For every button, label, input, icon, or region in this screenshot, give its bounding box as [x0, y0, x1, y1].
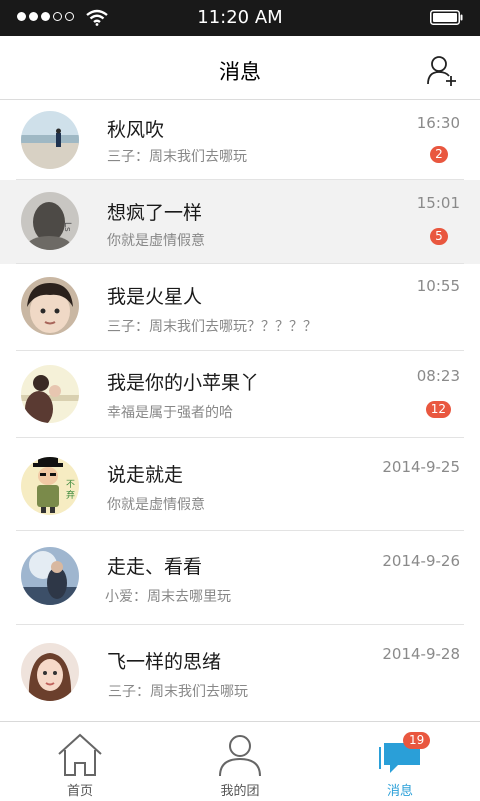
battery-icon	[430, 10, 463, 25]
conversation-row[interactable]: 不 弃 说走就走 你就是虚情假意 2014-9-25	[0, 438, 480, 531]
conversation-preview: 三子：周末我们去哪玩	[107, 149, 247, 165]
conversation-preview: 三子：周末我们去哪玩	[108, 684, 248, 700]
add-user-icon[interactable]	[426, 54, 458, 86]
unread-badge: 5	[430, 228, 448, 245]
avatar	[21, 365, 79, 423]
conversation-name: 走走、看看	[107, 556, 203, 578]
status-time: 11:20 AM	[197, 7, 283, 28]
conversation-time: 15:01	[416, 194, 460, 212]
svg-text:弃: 弃	[66, 489, 75, 501]
avatar: 不 弃	[21, 457, 79, 515]
page-title: 消息	[219, 60, 261, 84]
avatar	[21, 547, 79, 605]
tab-my-group[interactable]: 我的团	[160, 722, 320, 801]
conversation-time: 2014-9-25	[382, 458, 460, 476]
avatar	[21, 111, 79, 169]
svg-text:Ls: Ls	[62, 222, 72, 232]
conversation-name: 想疯了一样	[107, 202, 203, 224]
status-bar: 11:20 AM	[0, 0, 480, 36]
nav-header: 消息	[0, 36, 480, 100]
conversation-preview: 小爱：周末去哪里玩	[105, 589, 231, 605]
conversation-preview: 三子：周末我们去哪玩？？？？？	[107, 319, 317, 335]
conversation-row[interactable]: 走走、看看 小爱：周末去哪里玩 2014-9-26	[0, 531, 480, 625]
tab-label: 消息	[386, 784, 413, 799]
unread-badge: 19	[403, 732, 431, 749]
conversation-name: 秋风吹	[107, 119, 165, 141]
unread-badge: 2	[430, 146, 448, 163]
conversation-time: 2014-9-26	[382, 552, 460, 570]
conversation-preview: 你就是虚情假意	[107, 233, 205, 249]
conversation-list: 秋风吹 三子：周末我们去哪玩 16:30 2 Ls 想疯了一样 你就是虚情假意 …	[0, 100, 480, 722]
conversation-name: 我是火星人	[107, 286, 203, 308]
conversation-row[interactable]: 飞一样的思绪 三子：周末我们去哪玩 2014-9-28	[0, 625, 480, 722]
conversation-row[interactable]: 秋风吹 三子：周末我们去哪玩 16:30 2	[0, 100, 480, 180]
tab-messages[interactable]: 消息	[320, 722, 480, 801]
tab-label: 首页	[66, 784, 93, 799]
tab-label: 我的团	[220, 784, 260, 799]
conversation-preview: 幸福是属于强者的哈	[107, 405, 233, 421]
avatar	[21, 643, 79, 701]
conversation-time: 08:23	[416, 367, 460, 385]
tab-bar: 首页 我的团 消息 19	[0, 721, 480, 801]
unread-badge: 12	[425, 401, 451, 418]
home-icon	[58, 733, 102, 776]
avatar	[21, 277, 79, 335]
conversation-name: 飞一样的思绪	[107, 651, 222, 673]
conversation-row[interactable]: 我是你的小苹果丫 幸福是属于强者的哈 08:23 12	[0, 351, 480, 438]
conversation-row[interactable]: Ls 想疯了一样 你就是虚情假意 15:01 5	[0, 180, 480, 264]
conversation-name: 我是你的小苹果丫	[107, 372, 260, 394]
tab-home[interactable]: 首页	[0, 722, 160, 801]
conversation-time: 2014-9-28	[382, 645, 460, 663]
conversation-time: 16:30	[416, 114, 460, 132]
conversation-name: 说走就走	[107, 464, 184, 486]
svg-text:不: 不	[66, 479, 75, 490]
conversation-preview: 你就是虚情假意	[107, 497, 205, 513]
conversation-row[interactable]: 我是火星人 三子：周末我们去哪玩？？？？？ 10:55	[0, 264, 480, 351]
avatar: Ls	[21, 192, 79, 250]
user-icon	[219, 735, 261, 777]
conversation-time: 10:55	[416, 277, 460, 295]
